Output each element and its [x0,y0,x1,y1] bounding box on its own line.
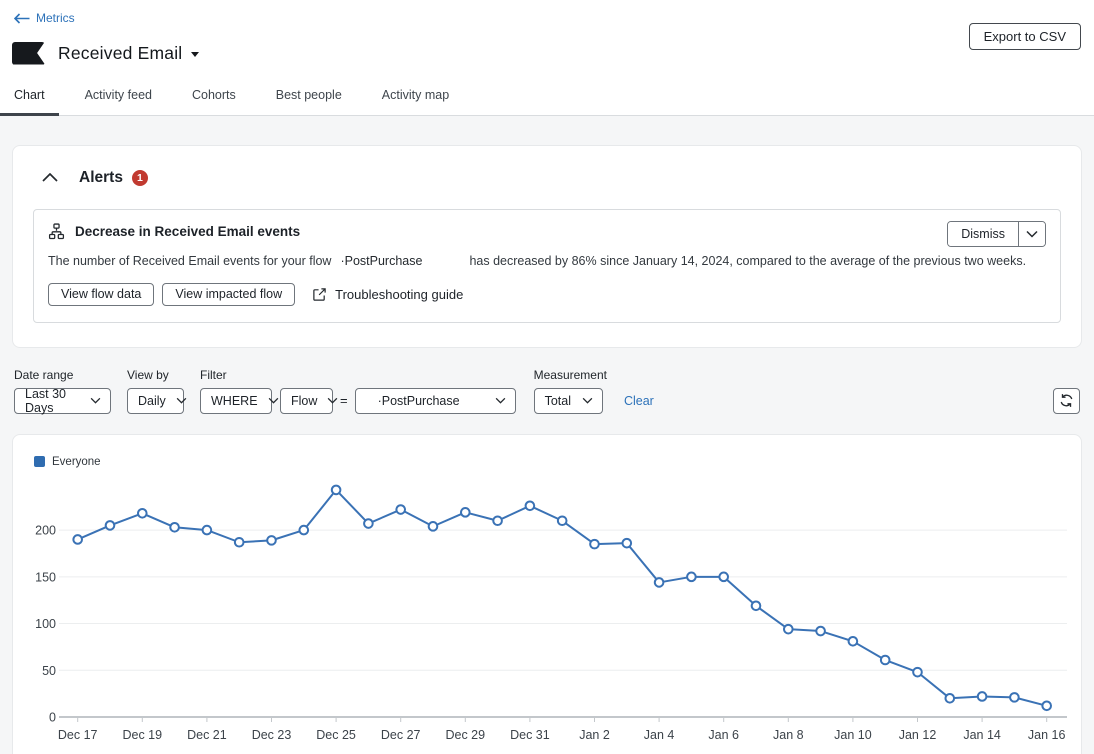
chevron-down-icon [176,397,187,404]
top-header: Metrics Received Email Export to CSV Cha… [0,0,1094,116]
chart-legend: Everyone [34,456,1081,468]
svg-text:Dec 25: Dec 25 [316,728,356,742]
tab-cohorts[interactable]: Cohorts [178,84,250,115]
filter-field-select[interactable]: Flow [280,388,333,414]
svg-text:150: 150 [35,570,56,584]
svg-text:50: 50 [42,663,56,677]
metric-flag-icon [12,42,45,65]
troubleshooting-guide-link[interactable]: Troubleshooting guide [312,287,463,302]
title-row: Received Email [12,42,1094,65]
svg-text:100: 100 [35,617,56,631]
chart-panel: Everyone 0 50 100 150 200 Dec 17 Dec 19 Dec 21 D… [12,434,1082,754]
view-flow-data-button[interactable]: View flow data [48,283,154,306]
alert-flow-name: ·PostPurchase [340,254,422,268]
svg-text:Dec 29: Dec 29 [445,728,485,742]
tab-activity-map[interactable]: Activity map [368,84,463,115]
back-link-label: Metrics [36,11,75,25]
svg-text:Dec 19: Dec 19 [122,728,162,742]
refresh-icon [1059,393,1074,408]
svg-text:Jan 4: Jan 4 [644,728,675,742]
date-range-value: Last 30 Days [25,387,80,415]
chevron-down-icon [582,397,593,404]
dismiss-split-button: Dismiss [947,221,1046,247]
chevron-down-icon [90,397,101,404]
filter-where-select[interactable]: WHERE [200,388,272,414]
export-csv-button[interactable]: Export to CSV [969,23,1081,50]
flow-icon [48,223,65,240]
tab-activity-feed[interactable]: Activity feed [71,84,166,115]
view-by-value: Daily [138,394,166,408]
dismiss-dropdown-button[interactable] [1018,222,1045,246]
svg-text:Jan 6: Jan 6 [708,728,739,742]
collapse-alerts-button[interactable] [40,168,60,188]
alerts-title: Alerts [79,169,123,187]
measurement-label: Measurement [534,368,607,382]
view-by-select[interactable]: Daily [127,388,184,414]
back-to-metrics-link[interactable]: Metrics [14,11,75,25]
legend-swatch-everyone [34,456,45,467]
tab-best-people[interactable]: Best people [262,84,356,115]
svg-text:Dec 27: Dec 27 [381,728,421,742]
external-link-icon [312,287,327,302]
svg-text:0: 0 [49,710,56,724]
alert-body-text: The number of Received Email events for … [48,254,1046,268]
svg-text:Dec 21: Dec 21 [187,728,227,742]
dismiss-button[interactable]: Dismiss [948,222,1018,246]
tab-chart[interactable]: Chart [0,84,59,115]
chevron-down-icon [495,397,506,404]
filter-operator: = [340,393,348,408]
alerts-section: Alerts 1 Decrease in Received Email even… [12,145,1082,348]
date-range-select[interactable]: Last 30 Days [14,388,111,414]
view-by-label: View by [127,368,184,382]
svg-text:Jan 12: Jan 12 [899,728,937,742]
svg-text:Jan 8: Jan 8 [773,728,804,742]
alert-card: Decrease in Received Email events Dismis… [33,209,1061,323]
alert-body-prefix: The number of Received Email events for … [48,254,331,268]
legend-label-everyone: Everyone [52,456,101,468]
measurement-value: Total [545,394,571,408]
alerts-count-badge: 1 [132,170,148,186]
alert-actions: View flow data View impacted flow Troubl… [48,283,1046,306]
chevron-down-icon [268,397,279,404]
alert-title: Decrease in Received Email events [75,224,300,239]
chevron-down-icon [327,397,338,404]
svg-text:Jan 2: Jan 2 [579,728,610,742]
line-chart: 0 50 100 150 200 Dec 17 Dec 19 Dec 21 Dec 23 Dec … [13,471,1081,754]
measurement-select[interactable]: Total [534,388,603,414]
metric-dropdown-caret-icon[interactable] [191,52,199,57]
filter-where-value: WHERE [211,394,258,408]
svg-text:Dec 17: Dec 17 [58,728,98,742]
svg-text:Jan 16: Jan 16 [1028,728,1066,742]
svg-text:Jan 14: Jan 14 [963,728,1001,742]
svg-text:Dec 31: Dec 31 [510,728,550,742]
page-title: Received Email [58,43,182,64]
clear-filters-link[interactable]: Clear [624,394,654,408]
alert-card-header: Decrease in Received Email events [48,223,1046,240]
line-chart-svg: 0 50 100 150 200 Dec 17 Dec 19 Dec 21 Dec 23 Dec … [13,471,1082,754]
svg-text:Dec 23: Dec 23 [252,728,292,742]
filter-field-value: Flow [291,394,317,408]
back-arrow-icon [14,13,30,24]
svg-text:200: 200 [35,523,56,537]
page-body: Alerts 1 Decrease in Received Email even… [0,116,1094,754]
alert-body-suffix: has decreased by 86% since January 14, 2… [469,254,1026,268]
refresh-button[interactable] [1053,388,1080,414]
filter-value: ·PostPurchase [378,394,460,408]
troubleshooting-guide-label: Troubleshooting guide [335,287,463,302]
chevron-up-icon [42,173,58,182]
tab-bar: Chart Activity feed Cohorts Best people … [0,84,1094,116]
view-impacted-flow-button[interactable]: View impacted flow [162,283,295,306]
filter-label: Filter [200,368,516,382]
chevron-down-icon [1026,230,1038,238]
svg-text:Jan 10: Jan 10 [834,728,872,742]
filter-bar: Date range Last 30 Days View by Daily Fi… [12,368,1082,414]
filter-value-select[interactable]: ·PostPurchase [355,388,516,414]
alerts-header: Alerts 1 [33,168,1061,188]
date-range-label: Date range [14,368,111,382]
